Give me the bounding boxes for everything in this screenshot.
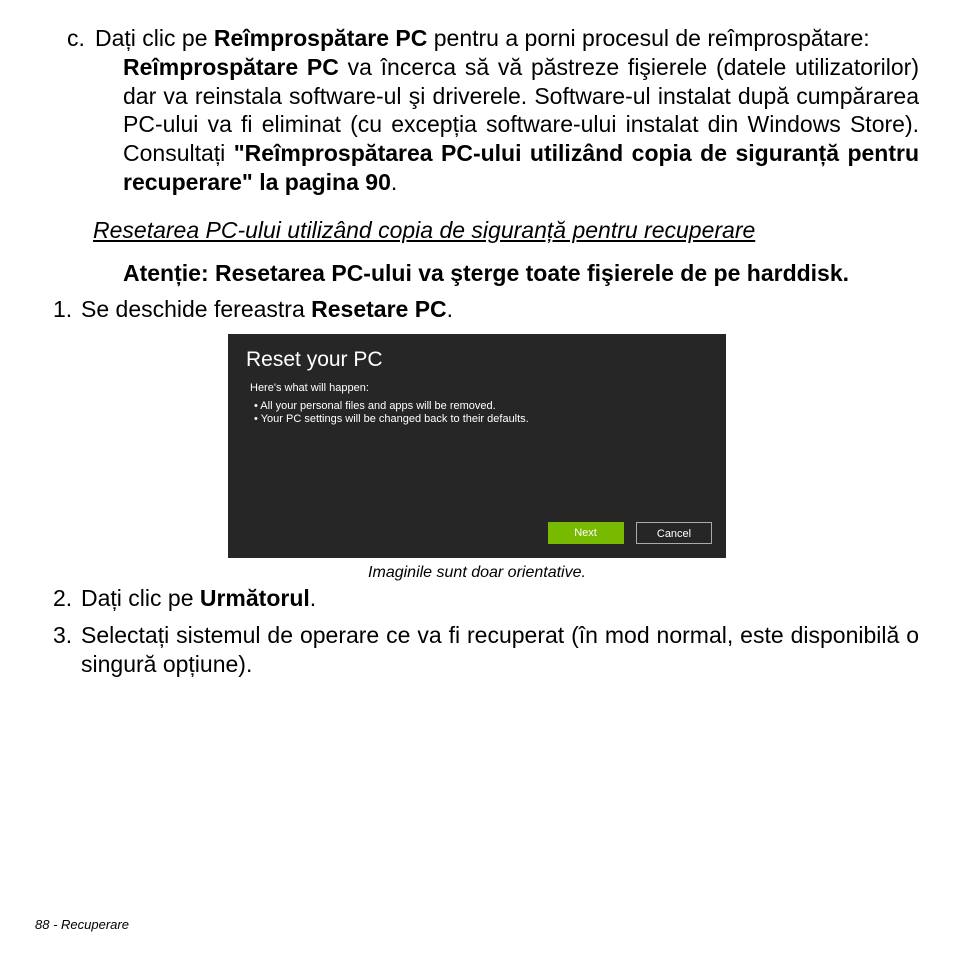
step-1: 1.Se deschide fereastra Resetare PC. xyxy=(53,295,919,324)
step-2: 2.Dați clic pe Următorul. xyxy=(53,584,919,613)
text: Selectați sistemul de operare ce va fi r… xyxy=(81,622,919,677)
bold-text: "Reîmprospătarea PC-ului utilizând copia… xyxy=(123,140,919,195)
sub-paragraph: Reîmprospătare PC va încerca să vă păstr… xyxy=(123,53,919,197)
text: Se deschide fereastra xyxy=(81,296,311,322)
bullet-item: • All your personal files and apps will … xyxy=(254,400,708,412)
dialog-title: Reset your PC xyxy=(246,348,708,372)
bold-text: Reîmprospătare PC xyxy=(123,54,339,80)
page-footer: 88 - Recuperare xyxy=(35,917,129,932)
section-heading: Resetarea PC-ului utilizând copia de sig… xyxy=(93,217,919,244)
list-marker: c. xyxy=(67,24,95,53)
cancel-button[interactable]: Cancel xyxy=(636,522,712,544)
step-number: 3. xyxy=(53,621,81,650)
reset-pc-dialog: Reset your PC Here's what will happen: •… xyxy=(228,334,726,558)
text: . xyxy=(447,296,453,322)
bold-text: Resetare PC xyxy=(311,296,447,322)
bold-text: Reîmprospătare PC xyxy=(214,25,427,51)
text: Dați clic pe xyxy=(81,585,200,611)
dialog-buttons: Next Cancel xyxy=(540,522,712,544)
image-caption: Imaginile sunt doar orientative. xyxy=(228,564,726,582)
step-3: 3.Selectați sistemul de operare ce va fi… xyxy=(53,621,919,679)
list-item-c: c.Dați clic pe Reîmprospătare PC pentru … xyxy=(95,24,919,53)
bold-text: Următorul xyxy=(200,585,310,611)
bullet-item: • Your PC settings will be changed back … xyxy=(254,413,708,425)
warning-text: Atenție: Resetarea PC-ului va şterge toa… xyxy=(123,259,919,288)
text: . xyxy=(310,585,316,611)
text: . xyxy=(391,169,397,195)
text: Dați clic pe xyxy=(95,25,214,51)
dialog-bullets: • All your personal files and apps will … xyxy=(254,400,708,425)
step-number: 2. xyxy=(53,584,81,613)
step-number: 1. xyxy=(53,295,81,324)
dialog-subtitle: Here's what will happen: xyxy=(250,382,708,394)
text: pentru a porni procesul de reîmprospătar… xyxy=(427,25,869,51)
next-button[interactable]: Next xyxy=(548,522,624,544)
